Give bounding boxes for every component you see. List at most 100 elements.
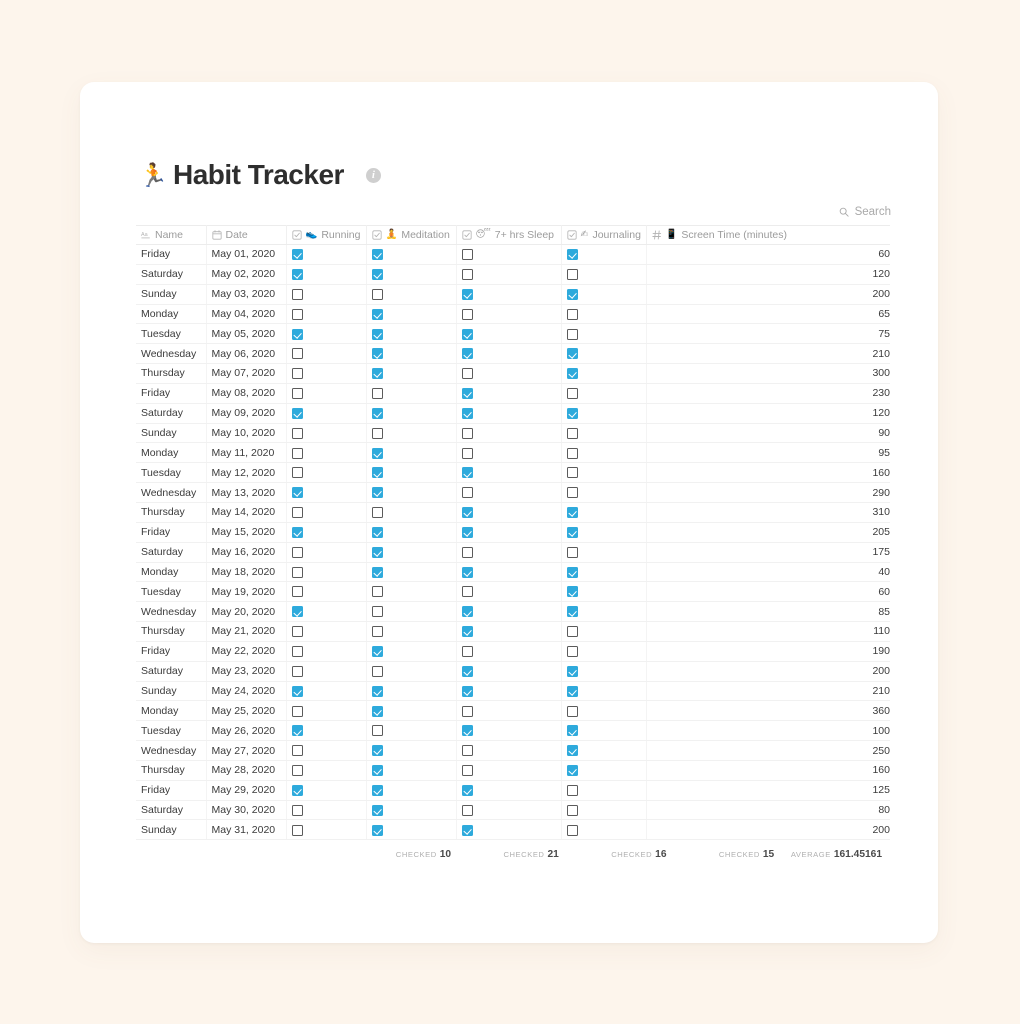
- checkbox-unchecked-icon[interactable]: [291, 288, 303, 300]
- checkbox-checked-icon[interactable]: [371, 268, 383, 280]
- cell-checkbox-jour[interactable]: [561, 780, 647, 801]
- cell-checkbox-med[interactable]: [366, 720, 457, 742]
- checkbox-unchecked-icon[interactable]: [371, 606, 383, 618]
- cell-checkbox-med[interactable]: [366, 581, 457, 603]
- checkbox-checked-icon[interactable]: [566, 685, 578, 697]
- cell-name[interactable]: Sunday: [136, 819, 207, 841]
- cell-date[interactable]: May 31, 2020: [206, 819, 287, 841]
- cell-checkbox-run[interactable]: [286, 462, 367, 484]
- cell-checkbox-med[interactable]: [366, 284, 457, 305]
- checkbox-checked-icon[interactable]: [371, 348, 383, 360]
- checkbox-unchecked-icon[interactable]: [566, 824, 578, 836]
- checkbox-checked-icon[interactable]: [461, 526, 473, 538]
- table-row[interactable]: Friday May 08, 2020 230: [136, 383, 890, 404]
- checkbox-checked-icon[interactable]: [371, 546, 383, 558]
- cell-checkbox-med[interactable]: [366, 502, 457, 523]
- cell-checkbox-med[interactable]: [366, 423, 457, 444]
- cell-checkbox-sleep[interactable]: [456, 581, 562, 603]
- checkbox-unchecked-icon[interactable]: [566, 705, 578, 717]
- checkbox-checked-icon[interactable]: [461, 725, 473, 737]
- cell-name[interactable]: Friday: [136, 780, 207, 801]
- cell-checkbox-jour[interactable]: [561, 502, 647, 523]
- cell-checkbox-sleep[interactable]: [456, 661, 562, 682]
- cell-screen-time[interactable]: 120: [646, 403, 890, 424]
- checkbox-unchecked-icon[interactable]: [291, 447, 303, 459]
- table-row[interactable]: Sunday May 31, 2020 200: [136, 819, 890, 841]
- cell-checkbox-jour[interactable]: [561, 800, 647, 821]
- cell-checkbox-run[interactable]: [286, 502, 367, 523]
- cell-date[interactable]: May 02, 2020: [206, 264, 287, 285]
- cell-name[interactable]: Monday: [136, 562, 207, 583]
- cell-checkbox-sleep[interactable]: [456, 681, 562, 702]
- cell-checkbox-jour[interactable]: [561, 522, 647, 543]
- cell-checkbox-run[interactable]: [286, 264, 367, 285]
- cell-checkbox-med[interactable]: [366, 641, 457, 662]
- cell-checkbox-jour[interactable]: [561, 323, 647, 345]
- cell-screen-time[interactable]: 250: [646, 740, 890, 761]
- cell-checkbox-med[interactable]: [366, 264, 457, 285]
- cell-screen-time[interactable]: 360: [646, 700, 890, 722]
- cell-date[interactable]: May 25, 2020: [206, 700, 287, 722]
- checkbox-checked-icon[interactable]: [461, 685, 473, 697]
- cell-name[interactable]: Sunday: [136, 423, 207, 444]
- checkbox-checked-icon[interactable]: [461, 784, 473, 796]
- checkbox-checked-icon[interactable]: [371, 447, 383, 459]
- cell-checkbox-jour[interactable]: [561, 681, 647, 702]
- cell-date[interactable]: May 26, 2020: [206, 720, 287, 742]
- column-header-screen[interactable]: 📱 Screen Time (minutes): [646, 225, 890, 245]
- checkbox-checked-icon[interactable]: [461, 407, 473, 419]
- info-icon[interactable]: i: [365, 167, 381, 183]
- cell-checkbox-med[interactable]: [366, 542, 457, 563]
- checkbox-checked-icon[interactable]: [291, 407, 303, 419]
- cell-checkbox-run[interactable]: [286, 760, 367, 781]
- checkbox-unchecked-icon[interactable]: [461, 308, 473, 320]
- checkbox-unchecked-icon[interactable]: [291, 368, 303, 380]
- cell-checkbox-jour[interactable]: [561, 542, 647, 563]
- column-header-jour[interactable]: ✍ Journaling: [561, 225, 647, 245]
- cell-checkbox-run[interactable]: [286, 343, 367, 365]
- checkbox-unchecked-icon[interactable]: [461, 447, 473, 459]
- checkbox-unchecked-icon[interactable]: [371, 388, 383, 400]
- cell-checkbox-sleep[interactable]: [456, 264, 562, 285]
- checkbox-unchecked-icon[interactable]: [461, 705, 473, 717]
- checkbox-unchecked-icon[interactable]: [461, 368, 473, 380]
- cell-checkbox-jour[interactable]: [561, 760, 647, 781]
- cell-checkbox-jour[interactable]: [561, 482, 647, 503]
- table-row[interactable]: Monday May 04, 2020 65: [136, 304, 890, 325]
- cell-checkbox-med[interactable]: [366, 363, 457, 384]
- cell-checkbox-med[interactable]: [366, 700, 457, 722]
- cell-checkbox-jour[interactable]: [561, 581, 647, 603]
- checkbox-checked-icon[interactable]: [371, 784, 383, 796]
- cell-date[interactable]: May 23, 2020: [206, 661, 287, 682]
- cell-name[interactable]: Thursday: [136, 363, 207, 384]
- checkbox-checked-icon[interactable]: [371, 368, 383, 380]
- summary-cell-med[interactable]: Checked 21: [459, 844, 567, 862]
- checkbox-unchecked-icon[interactable]: [291, 388, 303, 400]
- cell-screen-time[interactable]: 210: [646, 343, 890, 365]
- cell-date[interactable]: May 12, 2020: [206, 462, 287, 484]
- checkbox-checked-icon[interactable]: [566, 586, 578, 598]
- cell-checkbox-sleep[interactable]: [456, 720, 562, 742]
- cell-checkbox-jour[interactable]: [561, 462, 647, 484]
- cell-checkbox-sleep[interactable]: [456, 780, 562, 801]
- checkbox-checked-icon[interactable]: [371, 328, 383, 340]
- cell-screen-time[interactable]: 90: [646, 423, 890, 444]
- cell-checkbox-jour[interactable]: [561, 601, 647, 623]
- checkbox-checked-icon[interactable]: [566, 745, 578, 757]
- cell-checkbox-med[interactable]: [366, 482, 457, 503]
- cell-date[interactable]: May 06, 2020: [206, 343, 287, 365]
- table-row[interactable]: Sunday May 10, 2020 90: [136, 423, 890, 444]
- checkbox-unchecked-icon[interactable]: [371, 427, 383, 439]
- cell-checkbox-med[interactable]: [366, 323, 457, 345]
- cell-name[interactable]: Friday: [136, 641, 207, 662]
- cell-date[interactable]: May 13, 2020: [206, 482, 287, 503]
- checkbox-unchecked-icon[interactable]: [371, 626, 383, 638]
- cell-checkbox-run[interactable]: [286, 284, 367, 305]
- cell-screen-time[interactable]: 160: [646, 760, 890, 781]
- table-row[interactable]: Monday May 11, 2020 95: [136, 442, 890, 464]
- cell-date[interactable]: May 09, 2020: [206, 403, 287, 424]
- checkbox-unchecked-icon[interactable]: [566, 268, 578, 280]
- checkbox-unchecked-icon[interactable]: [461, 586, 473, 598]
- cell-date[interactable]: May 18, 2020: [206, 562, 287, 583]
- cell-checkbox-run[interactable]: [286, 244, 367, 265]
